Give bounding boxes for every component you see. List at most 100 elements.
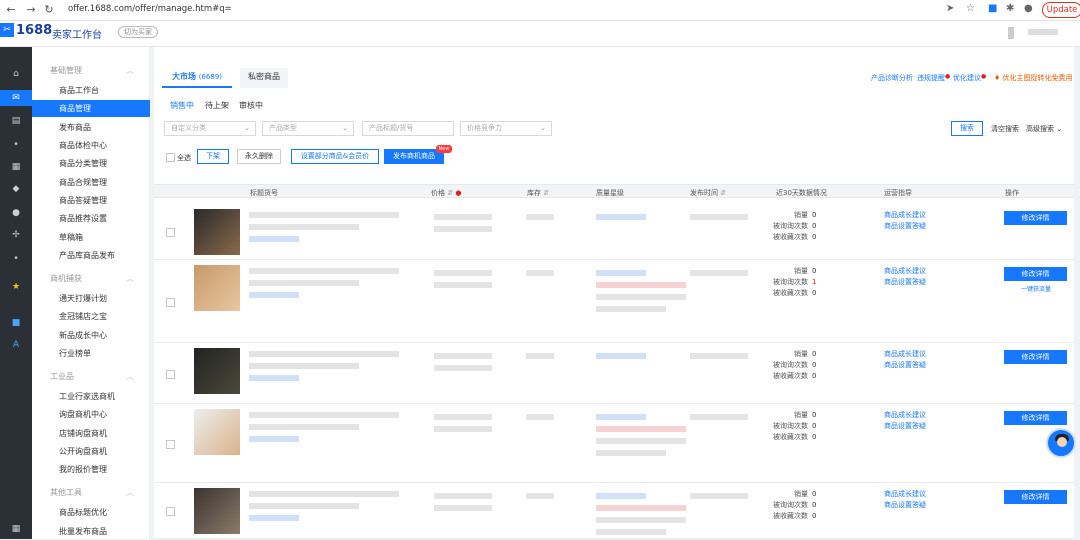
category-select[interactable]: 自定义分类 ⌄ — [164, 121, 256, 136]
sidebar-item-workbench[interactable]: 商品工作台 — [32, 82, 150, 99]
type-select[interactable]: 产品类型 ⌄ — [262, 121, 354, 136]
sidebar-item-tongtian[interactable]: 通天打爆计划 — [32, 290, 150, 307]
search-button[interactable]: 搜索 — [951, 121, 983, 136]
sidebar-item-public-inquiry[interactable]: 公开询盘商机 — [32, 443, 150, 460]
dot2-icon[interactable]: • — [0, 251, 32, 267]
row-checkbox[interactable] — [166, 228, 175, 237]
tab-market[interactable]: 大市场 (6689) — [162, 68, 232, 88]
store-icon[interactable]: ▦ — [0, 159, 32, 175]
back-icon[interactable]: ← — [4, 3, 18, 16]
sidebar-item-publish[interactable]: 发布商品 — [32, 119, 150, 136]
sidebar-item-title-opt[interactable]: 商品标题优化 — [32, 504, 150, 521]
caret-up-icon[interactable]: ︿ — [126, 65, 134, 76]
star-icon[interactable]: ☆ — [966, 3, 975, 14]
product-thumbnail[interactable] — [194, 488, 240, 534]
user-icon[interactable]: ● — [0, 205, 32, 221]
puzzle-icon[interactable]: ✱ — [1006, 3, 1014, 14]
clear-search-link[interactable]: 清空搜索 — [991, 124, 1019, 134]
th-stock[interactable]: 库存 ⇵ — [527, 188, 549, 198]
sidebar-item-checkup[interactable]: 商品体检中心 — [32, 137, 150, 154]
avatar[interactable] — [1008, 27, 1014, 39]
th-price[interactable]: 价格 ⇵ ● — [431, 188, 461, 198]
dot-icon[interactable]: • — [0, 137, 32, 153]
growth-suggestion-link[interactable]: 商品成长建议 — [884, 349, 926, 360]
price-select[interactable]: 价格竞争力 ⌄ — [460, 121, 552, 136]
growth-suggestion-link[interactable]: 商品成长建议 — [884, 410, 926, 421]
app-blue-icon[interactable]: ■ — [0, 315, 32, 331]
sidebar-item-category[interactable]: 商品分类管理 — [32, 155, 150, 172]
sidebar-item-inquiry-center[interactable]: 询盘商机中心 — [32, 406, 150, 423]
product-thumbnail[interactable] — [194, 348, 240, 394]
setting-qa-link[interactable]: 商品设置答疑 — [884, 500, 926, 511]
edit-details-button[interactable]: 修改详情 — [1004, 267, 1067, 281]
edit-details-button[interactable]: 修改详情 — [1004, 411, 1067, 425]
setting-qa-link[interactable]: 商品设置答疑 — [884, 360, 926, 371]
row-checkbox[interactable] — [166, 298, 175, 307]
app-a-icon[interactable]: A — [0, 337, 32, 353]
caret-up-icon[interactable]: ︿ — [126, 273, 134, 284]
violation-link[interactable]: 违规提醒● — [917, 73, 950, 83]
profile-icon[interactable]: ● — [1024, 3, 1033, 14]
subtab-pending[interactable]: 待上架 — [205, 100, 229, 111]
delete-button[interactable]: 永久删除 — [237, 149, 281, 164]
sidebar-item-crown[interactable]: 金冠铺店之宝 — [32, 308, 150, 325]
sidebar-section-industrial[interactable]: 工业品 — [50, 371, 74, 382]
growth-suggestion-link[interactable]: 商品成长建议 — [884, 489, 926, 500]
caret-up-icon[interactable]: ︿ — [126, 371, 134, 382]
member-price-button[interactable]: 设置部分商品&会员价 — [291, 149, 379, 164]
sidebar-section-tools[interactable]: 其他工具 — [50, 487, 82, 498]
product-thumbnail[interactable] — [194, 409, 240, 455]
product-thumbnail[interactable] — [194, 265, 240, 311]
reload-icon[interactable]: ↻ — [42, 3, 56, 16]
mail-icon[interactable]: ✉ — [0, 90, 32, 106]
customer-service-avatar[interactable] — [1046, 428, 1076, 458]
edit-details-button[interactable]: 修改详情 — [1004, 350, 1067, 364]
home-icon[interactable]: ⌂ — [0, 66, 32, 82]
edit-details-button[interactable]: 修改详情 — [1004, 211, 1067, 225]
sidebar-item-drafts[interactable]: 草稿箱 — [32, 229, 150, 246]
sidebar-item-shop-inquiry[interactable]: 店铺询盘商机 — [32, 425, 150, 442]
sidebar-item-batch-publish[interactable]: 批量发布商品 — [32, 523, 150, 540]
setting-qa-link[interactable]: 商品设置答疑 — [884, 221, 926, 232]
tab-private[interactable]: 私密商品 — [240, 68, 288, 88]
sidebar-item-library[interactable]: 产品库商品发布 — [32, 247, 150, 264]
growth-suggestion-link[interactable]: 商品成长建议 — [884, 210, 926, 221]
sidebar-item-quotes[interactable]: 我的报价管理 — [32, 461, 150, 478]
diagnosis-link[interactable]: 产品诊断分析 — [871, 73, 913, 83]
grid-icon[interactable]: ▦ — [0, 521, 32, 537]
update-button[interactable]: Update — [1042, 2, 1080, 18]
advanced-search-link[interactable]: 高级搜索 ⌄ — [1026, 124, 1062, 134]
extension-icon[interactable]: ■ — [988, 3, 997, 14]
sidebar-item-newgrowth[interactable]: 新品成长中心 — [32, 327, 150, 344]
sidebar-item-recommend[interactable]: 商品推荐设置 — [32, 210, 150, 227]
tag-icon[interactable]: ◆ — [0, 181, 32, 197]
select-all-checkbox[interactable] — [166, 153, 175, 162]
sidebar-item-ranking[interactable]: 行业榜单 — [32, 345, 150, 362]
sidebar-item-qa[interactable]: 商品答疑管理 — [32, 192, 150, 209]
setting-qa-link[interactable]: 商品设置答疑 — [884, 277, 926, 288]
publish-opportunity-button[interactable]: 发布商机商品 — [384, 149, 444, 164]
send-icon[interactable]: ➤ — [946, 3, 954, 14]
row-checkbox[interactable] — [166, 370, 175, 379]
row-checkbox[interactable] — [166, 507, 175, 516]
row-checkbox[interactable] — [166, 440, 175, 449]
edit-details-button[interactable]: 修改详情 — [1004, 490, 1067, 504]
subtab-on-sale[interactable]: 销售中 — [170, 100, 194, 111]
user-name[interactable] — [1028, 29, 1058, 35]
growth-suggestion-link[interactable]: 商品成长建议 — [884, 266, 926, 277]
setting-qa-link[interactable]: 商品设置答疑 — [884, 421, 926, 432]
sidebar-section-opportunity[interactable]: 商机捕获 — [50, 273, 82, 284]
address-bar[interactable]: offer.1688.com/offer/manage.htm#q= — [68, 4, 232, 14]
one-click-traffic-link[interactable]: 一键获流量 — [1021, 284, 1051, 293]
clipboard-icon[interactable]: ▤ — [0, 113, 32, 129]
sidebar-item-expert[interactable]: 工业行家选商机 — [32, 388, 150, 405]
take-down-button[interactable]: 下架 — [197, 149, 229, 164]
subtab-review[interactable]: 审核中 — [239, 100, 263, 111]
switch-role-button[interactable]: 切为买家 — [118, 26, 158, 38]
product-thumbnail[interactable] — [194, 209, 240, 255]
share-icon[interactable]: ✢ — [0, 227, 32, 243]
title-search-input[interactable]: 产品标题/货号 — [362, 121, 454, 136]
sidebar-section-basic[interactable]: 基础管理 — [50, 65, 82, 76]
sidebar-item-compliance[interactable]: 商品合规管理 — [32, 174, 150, 191]
caret-up-icon[interactable]: ︿ — [126, 487, 134, 498]
